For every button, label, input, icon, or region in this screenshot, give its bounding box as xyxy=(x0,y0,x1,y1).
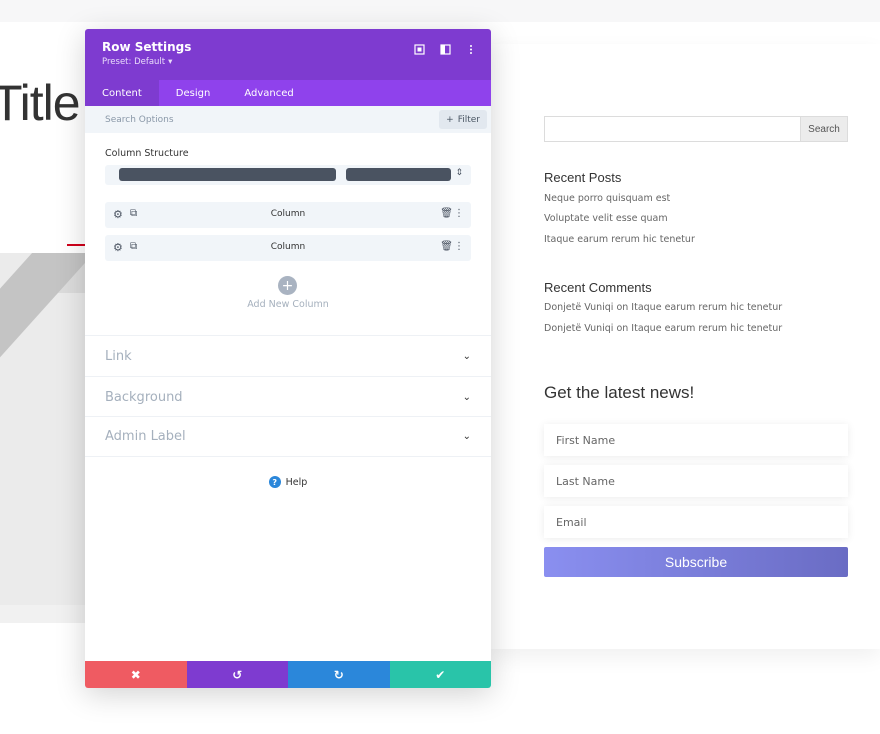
help-link[interactable]: ? Help xyxy=(85,476,491,488)
recent-post-link[interactable]: Neque porro quisquam est xyxy=(544,193,670,204)
first-name-field[interactable]: First Name xyxy=(544,424,848,456)
recent-post-link[interactable]: Itaque earum rerum hic tenetur xyxy=(544,234,695,245)
column-structure-bar xyxy=(119,168,336,181)
toggle-label: Link xyxy=(105,349,132,364)
modal-footer: ✖ ↺ ↻ ✔ xyxy=(85,661,491,688)
expand-icon[interactable] xyxy=(413,43,425,55)
sidebar-search: Search xyxy=(544,116,848,142)
help-icon: ? xyxy=(269,476,281,488)
column-structure-bar xyxy=(346,168,451,181)
chevron-down-icon: ⌄ xyxy=(463,431,471,442)
help-label: Help xyxy=(286,477,308,488)
tab-content[interactable]: Content xyxy=(85,80,159,106)
toggle-label: Background xyxy=(105,390,183,405)
redo-button[interactable]: ↻ xyxy=(288,661,390,688)
select-caret-icon: ⇕ xyxy=(455,168,463,178)
sidebar-search-input[interactable] xyxy=(544,116,800,142)
filter-label: Filter xyxy=(458,115,480,125)
subscribe-button[interactable]: Subscribe xyxy=(544,547,848,577)
filter-button[interactable]: + Filter xyxy=(439,110,487,129)
modal-header[interactable]: Row Settings Preset: Default ▾ xyxy=(85,29,491,80)
preset-selector[interactable]: Preset: Default ▾ xyxy=(102,57,474,67)
undo-button[interactable]: ↺ xyxy=(187,661,289,688)
newsletter-title: Get the latest news! xyxy=(544,383,694,403)
page-title: Title xyxy=(0,74,80,132)
modal-tabs: Content Design Advanced xyxy=(85,80,491,106)
toggle-label: Admin Label xyxy=(105,429,186,444)
more-icon[interactable] xyxy=(465,43,477,55)
sidebar-search-button[interactable]: Search xyxy=(800,116,848,142)
search-options-bar: Search Options + Filter xyxy=(85,106,491,133)
recent-posts-title: Recent Posts xyxy=(544,170,621,185)
chevron-down-icon: ⌄ xyxy=(463,392,471,403)
recent-comment-link[interactable]: Donjetë Vuniqi on Itaque earum rerum hic… xyxy=(544,302,782,313)
tab-advanced[interactable]: Advanced xyxy=(227,80,310,106)
preset-label: Preset: Default xyxy=(102,57,165,67)
more-icon[interactable]: ⋮ xyxy=(454,241,464,252)
trash-icon[interactable]: 🗑 xyxy=(440,208,453,219)
save-button[interactable]: ✔ xyxy=(390,661,492,688)
recent-comments-title: Recent Comments xyxy=(544,280,652,295)
last-name-field[interactable]: Last Name xyxy=(544,465,848,497)
add-column-label[interactable]: Add New Column xyxy=(85,299,491,310)
column-item[interactable]: ⚙ ⧉ Column 🗑 ⋮ xyxy=(105,235,471,261)
column-structure-label: Column Structure xyxy=(105,148,189,159)
toggle-admin-label[interactable]: Admin Label ⌄ xyxy=(85,416,491,457)
recent-comment-link[interactable]: Donjetë Vuniqi on Itaque earum rerum hic… xyxy=(544,323,782,334)
chevron-down-icon: ⌄ xyxy=(463,351,471,362)
toggle-background[interactable]: Background ⌄ xyxy=(85,376,491,417)
toggle-link[interactable]: Link ⌄ xyxy=(85,335,491,376)
sidebar-widget-area: Search Recent Posts Neque porro quisquam… xyxy=(491,44,880,649)
search-options-input[interactable]: Search Options xyxy=(105,115,174,125)
column-label: Column xyxy=(105,242,471,252)
column-item[interactable]: ⚙ ⧉ Column 🗑 ⋮ xyxy=(105,202,471,228)
email-field[interactable]: Email xyxy=(544,506,848,538)
plus-icon: + xyxy=(446,115,454,125)
column-label: Column xyxy=(105,209,471,219)
page-top-strip xyxy=(0,0,880,22)
row-settings-modal: Row Settings Preset: Default ▾ Content D… xyxy=(85,29,491,688)
sidebar-icon[interactable] xyxy=(439,43,451,55)
more-icon[interactable]: ⋮ xyxy=(454,208,464,219)
column-structure-select[interactable]: ⇕ xyxy=(105,165,471,185)
add-column-button[interactable]: + xyxy=(278,276,297,295)
trash-icon[interactable]: 🗑 xyxy=(440,241,453,252)
tab-design[interactable]: Design xyxy=(159,80,228,106)
recent-post-link[interactable]: Voluptate velit esse quam xyxy=(544,213,668,224)
cancel-button[interactable]: ✖ xyxy=(85,661,187,688)
preset-caret-icon: ▾ xyxy=(168,57,172,67)
